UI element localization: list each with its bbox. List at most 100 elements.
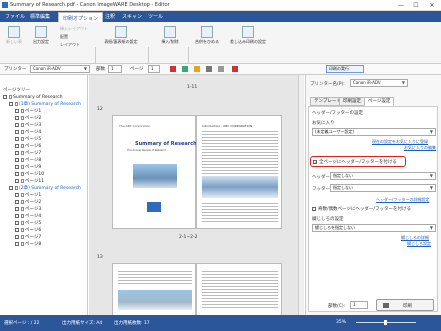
merge-button[interactable]: 合併をひめる (192, 26, 222, 45)
print-button[interactable]: 印刷 (376, 299, 434, 311)
tree-chapter-item[interactable]: (1章) Summary of Research (9, 101, 81, 108)
checkbox-icon[interactable] (9, 101, 13, 106)
all-pages-checkbox[interactable]: ✓ 全ページにヘッダー/フッターを付ける (313, 159, 397, 165)
favorites-select[interactable]: (未定義ユーザー設定) ▼ (312, 128, 436, 136)
tree-page-item[interactable]: ページ4 (15, 129, 41, 136)
checkbox-icon[interactable] (15, 143, 19, 148)
new-page-button[interactable]: 新しい表 (4, 26, 24, 45)
checkbox-icon[interactable] (15, 220, 19, 225)
checkbox-icon[interactable] (15, 171, 19, 176)
reprint-settings-button[interactable]: 差し込み印刷の設定 (226, 26, 270, 45)
tree-page-item[interactable]: ページ7 (15, 234, 41, 241)
page-icon (21, 241, 24, 246)
tree-page-item[interactable]: ページ1 (15, 192, 41, 199)
margin-settings-link[interactable]: 綴じしろ設定 (407, 241, 431, 247)
pen-icon[interactable] (194, 66, 200, 72)
tree-page-item[interactable]: ページ8 (15, 241, 41, 248)
margin-select[interactable]: 綴じしろを指定しない ▼ (312, 224, 436, 232)
tree-item-label: ページ4 (25, 214, 42, 219)
zoom-slider-handle[interactable] (384, 320, 387, 325)
checkbox-icon[interactable] (15, 199, 19, 204)
checkbox-icon[interactable] (15, 234, 19, 239)
vertical-scrollbar[interactable] (298, 75, 304, 315)
footer-select[interactable]: 指定しない ▼ (330, 184, 436, 192)
page-input[interactable]: 1 (148, 65, 160, 73)
layout-sub-button[interactable]: レイアウト (60, 42, 80, 48)
checkbox-icon[interactable] (15, 136, 19, 141)
checkbox-icon[interactable] (15, 108, 19, 113)
tree-page-item[interactable]: ページ7 (15, 150, 41, 157)
tree-page-item[interactable]: ページ2 (15, 199, 41, 206)
text-block (202, 270, 278, 310)
page-thumbnail-left[interactable] (112, 263, 196, 315)
insert-layout-button[interactable]: 挿入レイアウト (60, 26, 88, 32)
page-icon (21, 143, 24, 148)
checkbox-icon[interactable] (15, 157, 19, 162)
print-execute-button[interactable]: 印刷の実行 (326, 65, 364, 73)
page-thumbnail-right[interactable] (196, 263, 282, 315)
insert-remove-button[interactable]: 挿入/削除 (156, 26, 184, 45)
checkbox-icon[interactable] (15, 206, 19, 211)
checkbox-icon[interactable] (9, 185, 13, 190)
tree-page-item[interactable]: ページ10 (15, 171, 44, 178)
printer-select[interactable]: Canon iR-ADV ▼ (30, 65, 90, 73)
checkbox-icon[interactable] (15, 192, 19, 197)
close-button[interactable]: ✕ (426, 1, 438, 10)
tree-page-item[interactable]: ページ5 (15, 136, 41, 143)
chevron-down-icon: ▼ (429, 225, 433, 230)
layout-icon[interactable] (218, 66, 224, 72)
minimize-button[interactable]: — (395, 1, 407, 10)
tab-print-settings[interactable]: 印刷設定 (339, 97, 365, 106)
new-page-icon (8, 26, 20, 38)
page-thumbnail-left[interactable]: The ABC Corporation Summary of Research … (112, 115, 197, 229)
header-select[interactable]: 指定しない ▼ (330, 172, 436, 180)
tree-page-item[interactable]: ページ1 (15, 108, 41, 115)
checkbox-icon[interactable] (15, 241, 19, 246)
checkbox-icon[interactable] (3, 94, 7, 99)
menu-print-options[interactable]: 印刷オプション (58, 12, 104, 22)
tree-page-item[interactable]: ページ8 (15, 157, 41, 164)
refresh-icon[interactable] (182, 66, 188, 72)
menu-standard-edit[interactable]: 標準編集 (30, 13, 50, 20)
cover-settings-button[interactable]: 表紙/裏表紙の設定 (100, 26, 142, 45)
checkbox-icon[interactable] (15, 122, 19, 127)
checkbox-icon[interactable] (15, 164, 19, 169)
rotate-icon[interactable] (206, 66, 212, 72)
header-footer-detail-link[interactable]: ヘッダー/フッターの詳細設定 (376, 197, 429, 203)
layout-button[interactable]: 配置 (60, 34, 68, 40)
menu-annotation[interactable]: 注釈 (105, 13, 115, 20)
checkbox-icon[interactable] (15, 227, 19, 232)
delete-icon[interactable] (232, 66, 238, 72)
tree-chapter-item[interactable]: (2章) Summary of Research (9, 185, 81, 192)
tree-item-label: ページ7 (25, 235, 42, 240)
tree-page-item[interactable]: ページ5 (15, 220, 41, 227)
checkbox-icon[interactable] (15, 129, 19, 134)
maximize-button[interactable]: ☐ (410, 1, 422, 10)
tree-page-item[interactable]: ページ6 (15, 227, 41, 234)
page-thumbnail-right[interactable]: Introduction - ABC CORPORATION (196, 115, 282, 229)
checkbox-icon[interactable] (15, 178, 19, 183)
tree-document-item[interactable]: Summary of Research (3, 94, 63, 101)
output-settings-button[interactable]: 出力設定 (30, 26, 52, 45)
tree-page-item[interactable]: ページ3 (15, 122, 41, 129)
tree-page-item[interactable]: ページ6 (15, 143, 41, 150)
tree-page-item[interactable]: ページ11 (15, 178, 44, 185)
checkbox-icon[interactable] (15, 115, 19, 120)
tree-page-item[interactable]: ページ2 (15, 115, 41, 122)
stop-icon[interactable] (170, 66, 176, 72)
tab-page-settings[interactable]: ページ設定 (364, 97, 395, 106)
copies-input[interactable]: 1 (350, 301, 368, 309)
checkbox-icon[interactable] (15, 150, 19, 155)
printer-name-select[interactable]: Canon iR-ADV ▼ (350, 79, 408, 87)
edit-favorite-link[interactable]: お気に入りの編集 (404, 145, 436, 151)
tree-page-item[interactable]: ページ3 (15, 206, 41, 213)
tree-page-item[interactable]: ページ4 (15, 213, 41, 220)
menu-tools[interactable]: ツール (148, 13, 163, 20)
copies-input[interactable]: 1 (108, 65, 122, 73)
menu-file[interactable]: ファイル (5, 13, 25, 20)
checkbox-icon[interactable] (15, 213, 19, 218)
menu-scan[interactable]: スキャン (122, 13, 142, 20)
tree-page-item[interactable]: ページ9 (15, 164, 41, 171)
page-icon (21, 122, 24, 127)
odd-even-checkbox[interactable]: 奇数/偶数ページにヘッダー/フッターを付ける (312, 206, 411, 212)
